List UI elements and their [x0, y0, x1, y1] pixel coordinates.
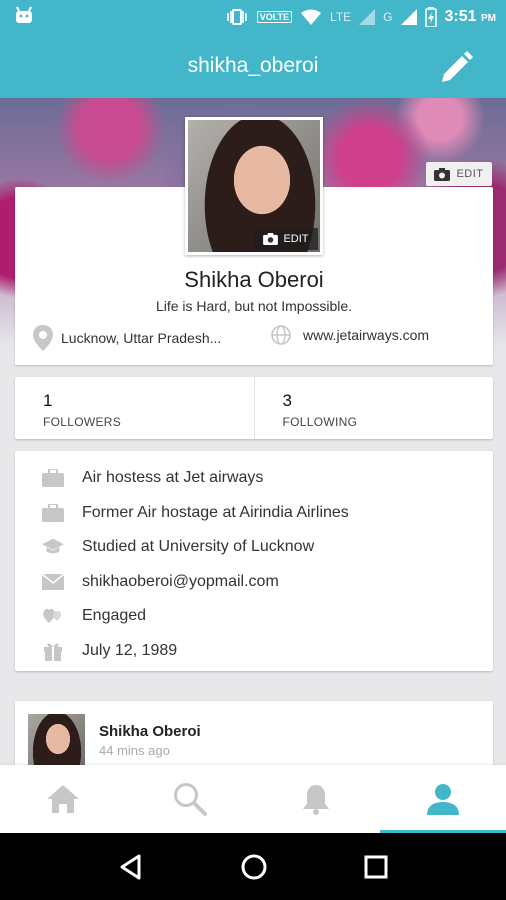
- avatar-edit-label: EDIT: [283, 233, 309, 245]
- volte-badge: VOLTE: [256, 11, 293, 23]
- info-text: Studied at University of Lucknow: [82, 538, 315, 556]
- followers-stat[interactable]: 1 FOLLOWERS: [15, 377, 254, 439]
- info-text: shikhaoberoi@yopmail.com: [82, 572, 279, 590]
- recents-icon[interactable]: [363, 854, 389, 880]
- followers-label: FOLLOWERS: [43, 415, 122, 429]
- about-card: Air hostess at Jet airways Former Air ho…: [15, 451, 493, 671]
- post-card[interactable]: Shikha Oberoi 44 mins ago: [15, 701, 493, 771]
- briefcase-icon: [42, 467, 64, 489]
- profile-bio: Life is Hard, but not Impossible.: [155, 298, 353, 314]
- signal-icon-2: [400, 9, 417, 25]
- post-author-avatar[interactable]: [28, 714, 85, 771]
- battery-icon: [424, 7, 437, 27]
- home-icon: [47, 785, 80, 813]
- android-icon: [16, 6, 32, 23]
- location-text: Lucknow, Uttar Pradesh...: [61, 330, 222, 346]
- clock: 3:51 PM: [444, 8, 496, 25]
- gift-icon: [42, 640, 64, 662]
- following-label: FOLLOWING: [282, 415, 358, 429]
- nav-search[interactable]: [127, 765, 254, 833]
- website-row[interactable]: www.jetairways.com: [271, 325, 429, 345]
- envelope-icon: [42, 571, 64, 593]
- wifi-icon: [301, 9, 322, 25]
- bottom-nav: [0, 765, 506, 833]
- info-row-relationship: Engaged: [15, 599, 493, 634]
- camera-icon: [434, 167, 451, 181]
- follow-stats-card: 1 FOLLOWERS 3 FOLLOWING: [15, 377, 493, 439]
- following-stat[interactable]: 3 FOLLOWING: [253, 377, 494, 439]
- location-pin-icon: [33, 325, 53, 351]
- profile-name: Shikha Oberoi: [184, 267, 324, 292]
- cover-edit-label: EDIT: [456, 168, 484, 180]
- avatar[interactable]: EDIT: [185, 117, 323, 255]
- followers-count: 1: [43, 391, 53, 410]
- globe-icon: [271, 325, 291, 345]
- info-text: Former Air hostage at Airindia Airlines: [82, 503, 349, 521]
- cover-edit-button[interactable]: EDIT: [426, 162, 492, 186]
- hearts-icon: [42, 605, 64, 627]
- info-row-work: Air hostess at Jet airways: [15, 461, 493, 496]
- info-row-birthday: July 12, 1989: [15, 634, 493, 669]
- info-text: July 12, 1989: [82, 641, 178, 659]
- network-type-g: G: [383, 10, 393, 24]
- vibrate-icon: [226, 9, 247, 25]
- search-icon: [173, 783, 207, 816]
- camera-icon: [263, 233, 279, 245]
- post-timestamp: 44 mins ago: [99, 743, 170, 758]
- page-title: shikha_oberoi: [187, 54, 319, 77]
- back-icon[interactable]: [117, 853, 145, 881]
- graduation-cap-icon: [42, 536, 64, 558]
- info-text: Air hostess at Jet airways: [82, 469, 264, 487]
- nav-notifications[interactable]: [253, 765, 380, 833]
- avatar-edit-button[interactable]: EDIT: [254, 228, 318, 250]
- post-author-name[interactable]: Shikha Oberoi: [99, 723, 201, 740]
- info-row-education: Studied at University of Lucknow: [15, 530, 493, 565]
- status-bar: VOLTE LTE G 3:51 PM: [0, 0, 506, 34]
- following-count: 3: [282, 391, 292, 410]
- info-text: Engaged: [82, 607, 147, 625]
- network-type-lte: LTE: [330, 10, 352, 24]
- bell-icon: [303, 785, 330, 815]
- info-row-former-work: Former Air hostage at Airindia Airlines: [15, 496, 493, 531]
- home-button-icon[interactable]: [240, 853, 268, 881]
- edit-pencil-icon[interactable]: [436, 48, 476, 88]
- signal-icon: [359, 9, 376, 25]
- nav-home[interactable]: [0, 765, 127, 833]
- briefcase-icon: [42, 502, 64, 524]
- nav-profile[interactable]: [379, 765, 506, 833]
- website-link[interactable]: www.jetairways.com: [303, 327, 429, 343]
- profile-icon: [426, 784, 459, 815]
- app-bar: shikha_oberoi: [0, 34, 506, 98]
- info-row-email: shikhaoberoi@yopmail.com: [15, 565, 493, 600]
- location-row: Lucknow, Uttar Pradesh...: [33, 325, 221, 351]
- system-nav-bar: [0, 833, 506, 900]
